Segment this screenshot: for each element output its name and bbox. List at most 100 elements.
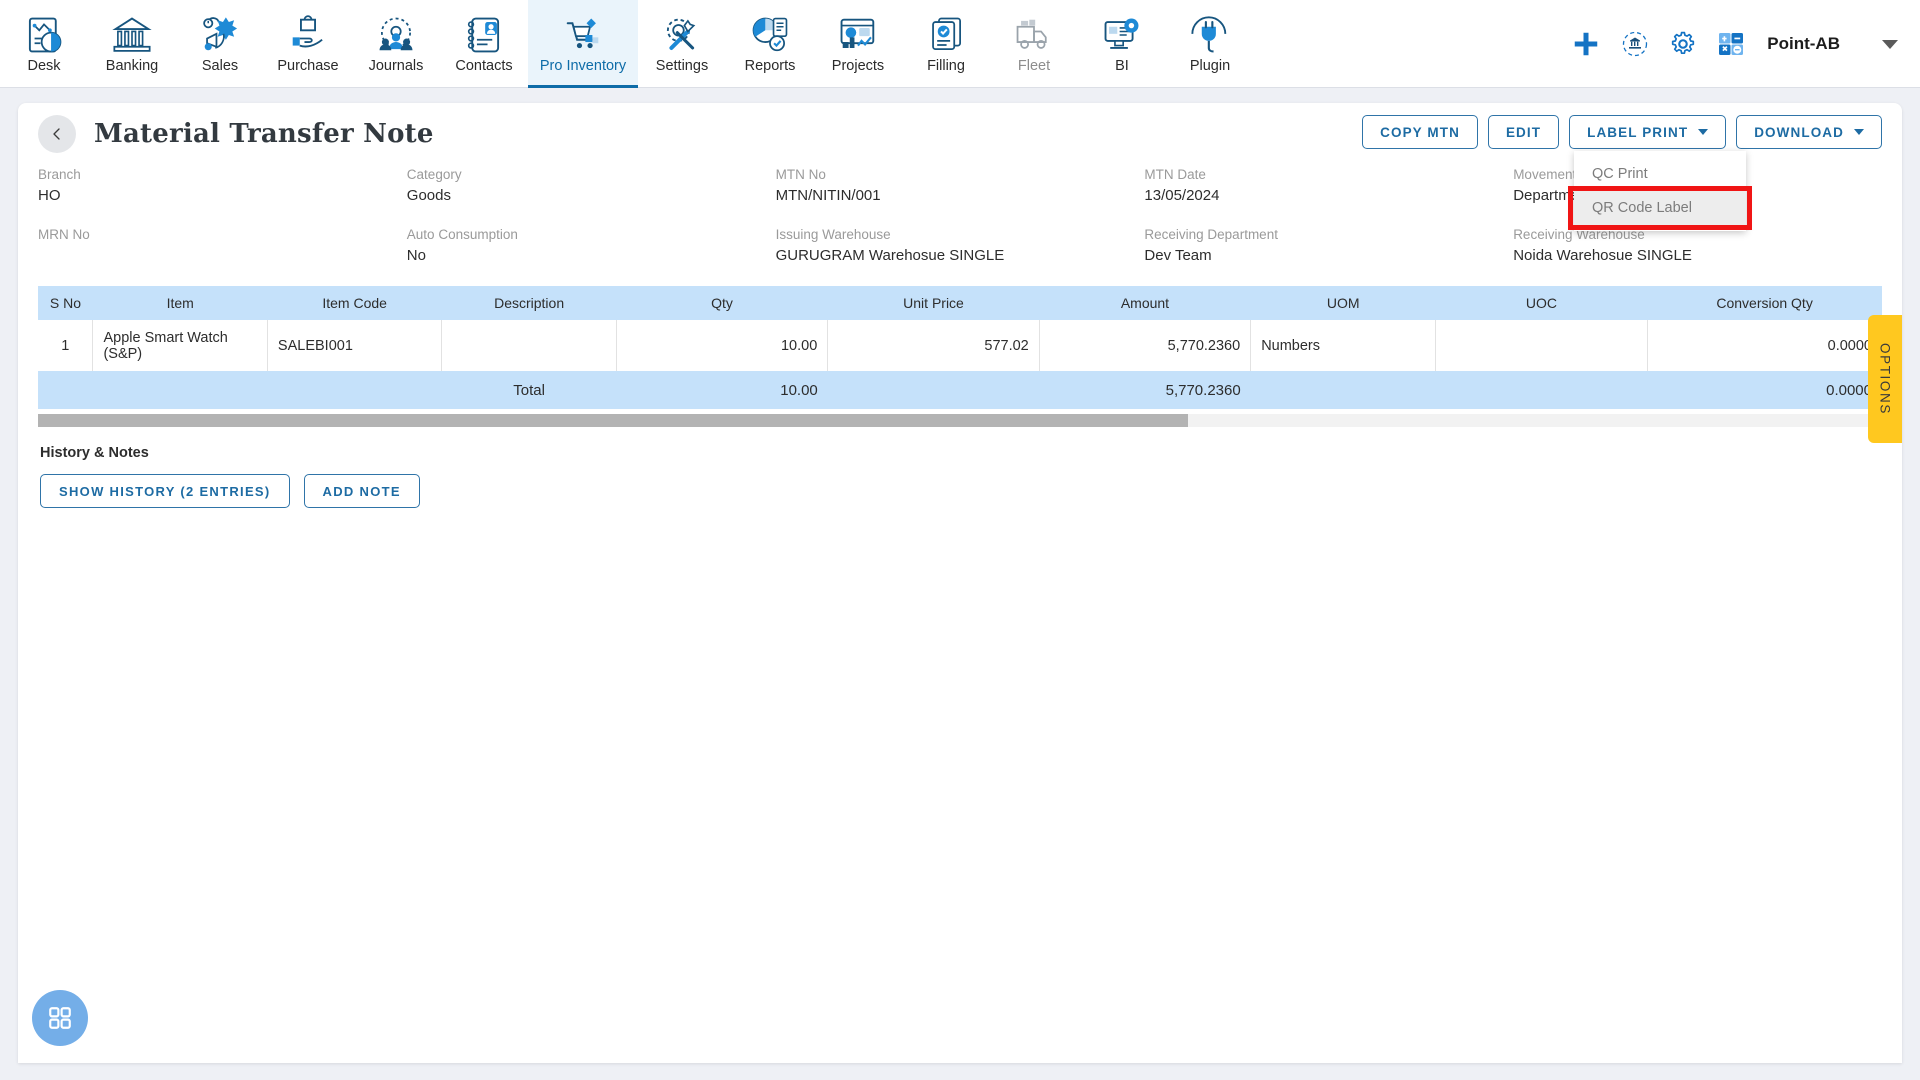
total-uom xyxy=(1250,371,1436,410)
detail-field-receiving-department: Receiving Department Dev Team xyxy=(1144,227,1513,266)
label-print-dropdown-menu: QC Print QR Code Label xyxy=(1568,151,1752,231)
sales-megaphone-icon xyxy=(203,16,238,51)
nav-item-pro-inventory[interactable]: Pro Inventory xyxy=(528,0,638,88)
history-section-title: History & Notes xyxy=(40,445,149,462)
options-tab-label: OPTIONS xyxy=(1877,343,1893,415)
nav-item-settings[interactable]: Settings xyxy=(638,0,726,88)
detail-field-branch: Branch HO xyxy=(38,167,407,206)
column-header-item-code: Item Code xyxy=(267,286,442,321)
chevron-left-icon xyxy=(53,128,60,140)
detail-field-receiving-warehouse: Receiving Warehouse Noida Warehosue SINGL… xyxy=(1513,227,1882,266)
nav-item-filling[interactable]: Filling xyxy=(902,0,990,88)
bi-monitor-gear-icon xyxy=(1104,18,1139,49)
header-action-buttons: COPY MTN EDIT LABEL PRINT DOWNLOAD xyxy=(1362,115,1882,149)
cell-uom: Numbers xyxy=(1250,320,1437,372)
detail-field-auto-consumption: Auto Consumption No xyxy=(407,227,776,266)
nav-item-purchase[interactable]: Purchase xyxy=(264,0,352,88)
options-side-tab[interactable]: OPTIONS xyxy=(1868,315,1902,443)
download-label: DOWNLOAD xyxy=(1754,124,1844,140)
nav-item-label: Reports xyxy=(744,57,796,74)
nav-item-label: Fleet xyxy=(1017,57,1051,74)
nav-item-journals[interactable]: Journals xyxy=(352,0,440,88)
settings-gear-wrench-icon xyxy=(666,18,696,50)
contacts-book-icon xyxy=(467,17,500,53)
settings-gear-button[interactable] xyxy=(1669,30,1697,58)
column-header-qty: Qty xyxy=(616,286,828,321)
history-and-notes-section: History & Notes SHOW HISTORY (2 ENTRIES)… xyxy=(18,427,1902,509)
nav-item-label: Contacts xyxy=(455,57,513,74)
nav-item-plugin[interactable]: Plugin xyxy=(1166,0,1254,88)
detail-field-label: MTN No xyxy=(775,167,826,182)
nav-item-label: Projects xyxy=(831,57,885,74)
detail-field-value: Noida Warehosue SINGLE xyxy=(1513,246,1692,264)
dropdown-item-qr-code-label[interactable]: QR Code Label xyxy=(1574,191,1746,225)
table-total-row: Total 10.00 5,770.2360 0.0000 xyxy=(38,371,1882,410)
filling-documents-icon xyxy=(932,17,961,50)
add-note-button[interactable]: ADD NOTE xyxy=(303,474,420,509)
bank-sync-button[interactable] xyxy=(1621,30,1649,58)
column-header-item: Item xyxy=(92,286,268,321)
nav-item-projects[interactable]: Projects xyxy=(814,0,902,88)
inventory-cart-icon xyxy=(566,18,599,48)
bank-refresh-icon xyxy=(1623,31,1648,57)
download-button[interactable]: DOWNLOAD xyxy=(1736,115,1882,149)
reports-piechart-icon xyxy=(752,17,788,51)
items-table-wrapper: S No Item Item Code Description Qty Unit Pric… xyxy=(18,286,1902,410)
calculator-icon xyxy=(1719,33,1744,55)
nav-right-actions: Point-AB xyxy=(1571,0,1920,88)
nav-item-reports[interactable]: Reports xyxy=(726,0,814,88)
column-header-s-no: S No xyxy=(38,286,93,321)
nav-item-sales[interactable]: Sales xyxy=(176,0,264,88)
nav-item-bi[interactable]: BI xyxy=(1078,0,1166,88)
nav-item-desk[interactable]: Desk xyxy=(0,0,88,88)
column-header-uoc: UOC xyxy=(1435,286,1648,321)
nav-item-banking[interactable]: Banking xyxy=(88,0,176,88)
projects-dashboard-icon xyxy=(840,18,875,48)
detail-field-category: Category Goods xyxy=(407,167,776,206)
edit-label: EDIT xyxy=(1505,124,1542,140)
show-history-button[interactable]: SHOW HISTORY (2 ENTRIES) xyxy=(40,474,290,509)
detail-field-label: Receiving Department xyxy=(1144,226,1278,242)
detail-field-value: 13/05/2024 xyxy=(1144,186,1220,204)
nav-item-contacts[interactable]: Contacts xyxy=(440,0,528,88)
desk-dashboard-icon xyxy=(28,17,62,53)
detail-field-mtn-no: MTN No MTN/NITIN/001 xyxy=(776,167,1145,206)
user-company-label[interactable]: Point-AB xyxy=(1767,34,1840,54)
total-conversion-qty: 0.0000 xyxy=(1647,371,1882,410)
cell-item: Apple Smart Watch (S&P) xyxy=(92,320,268,372)
detail-field-mtn-date: MTN Date 13/05/2024 xyxy=(1144,167,1513,206)
nav-item-label: Desk xyxy=(27,57,61,74)
edit-button[interactable]: EDIT xyxy=(1487,115,1560,149)
total-amount: 5,770.2360 xyxy=(1039,371,1251,410)
calculator-button[interactable] xyxy=(1717,30,1745,58)
bank-building-icon xyxy=(112,17,152,52)
cell-uoc xyxy=(1435,320,1648,372)
journals-gear-people-icon xyxy=(379,17,413,51)
dropdown-item-qc-print[interactable]: QC Print xyxy=(1574,157,1746,191)
label-print-button[interactable]: LABEL PRINT xyxy=(1569,115,1727,149)
cell-unit-price: 577.02 xyxy=(827,320,1040,372)
scrollbar-thumb[interactable] xyxy=(38,414,1188,428)
caret-down-icon xyxy=(1698,129,1709,135)
table-row[interactable]: 1 Apple Smart Watch (S&P) SALEBI001 10.00 57… xyxy=(38,320,1882,372)
apps-floating-button[interactable] xyxy=(32,990,88,1046)
add-new-button[interactable] xyxy=(1571,29,1601,59)
cell-amount: 5,770.2360 xyxy=(1039,320,1252,372)
chevron-down-icon[interactable] xyxy=(1882,39,1898,49)
detail-field-value xyxy=(38,247,407,265)
back-button[interactable] xyxy=(38,115,76,153)
purchase-bag-hand-icon xyxy=(292,15,323,48)
detail-field-value: HO xyxy=(38,186,61,204)
nav-item-label: Banking xyxy=(105,57,159,74)
detail-field-label: MTN Date xyxy=(1144,167,1206,182)
total-unit-price xyxy=(827,371,1040,410)
copy-mtn-button[interactable]: COPY MTN xyxy=(1362,115,1478,149)
detail-field-mrn-no: MRN No xyxy=(38,227,407,266)
table-horizontal-scrollbar[interactable] xyxy=(38,414,1882,428)
detail-field-label: Auto Consumption xyxy=(406,226,518,242)
total-label: Total xyxy=(441,371,617,410)
detail-field-value: Dev Team xyxy=(1144,246,1212,264)
detail-field-value: GURUGRAM Warehosue SINGLE xyxy=(775,246,1005,264)
detail-field-value: No xyxy=(406,246,426,264)
nav-item-fleet[interactable]: Fleet xyxy=(990,0,1078,88)
